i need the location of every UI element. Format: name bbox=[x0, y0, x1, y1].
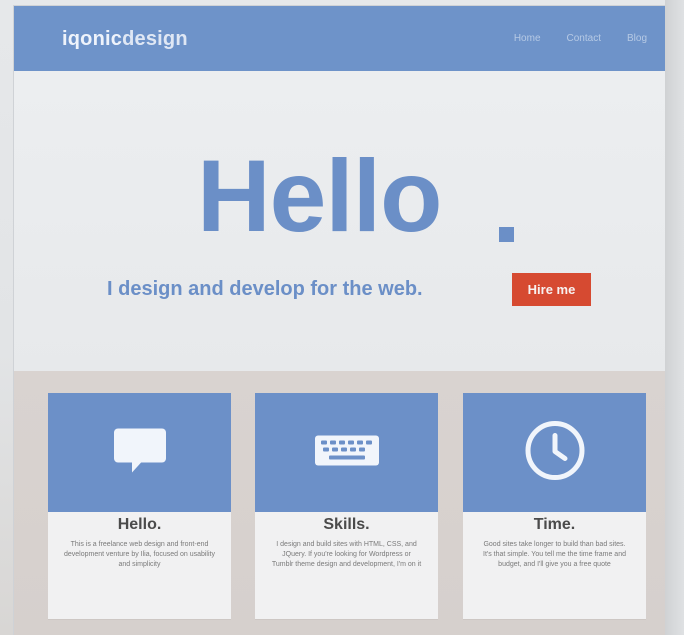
webpage: iqonicdesign Home Contact Blog Hello I d… bbox=[14, 6, 665, 635]
clock-icon bbox=[524, 419, 586, 486]
card-icon-panel bbox=[48, 393, 231, 512]
feature-card-hello: Hello. This is a freelance web design an… bbox=[48, 393, 231, 619]
card-title: Hello. bbox=[117, 516, 162, 533]
logo-prefix: iqonic bbox=[62, 28, 123, 50]
card-title: Time. bbox=[533, 516, 576, 533]
card-icon-panel bbox=[463, 393, 646, 512]
speech-bubble-icon bbox=[108, 422, 172, 483]
card-icon-panel bbox=[255, 393, 438, 512]
nav-link-home[interactable]: Home bbox=[514, 33, 541, 44]
logo-suffix: design bbox=[122, 28, 188, 50]
feature-card-time: Time. Good sites take longer to build th… bbox=[463, 393, 646, 619]
screen-edge bbox=[665, 0, 684, 635]
top-navigation-bar: iqonicdesign Home Contact Blog bbox=[14, 6, 665, 71]
hero-tagline: I design and develop for the web. bbox=[107, 278, 423, 300]
hero-headline: Hello bbox=[197, 139, 442, 253]
card-text: I design and build sites with HTML, CSS,… bbox=[271, 541, 422, 569]
nav-link-contact[interactable]: Contact bbox=[567, 33, 601, 44]
card-title: Skills. bbox=[323, 516, 370, 533]
screenshot-frame: iqonicdesign Home Contact Blog Hello I d… bbox=[0, 0, 684, 635]
main-nav: Home Contact Blog bbox=[514, 33, 647, 44]
hire-me-button[interactable]: Hire me bbox=[512, 273, 591, 306]
site-logo[interactable]: iqonicdesign bbox=[62, 28, 188, 51]
nav-link-blog[interactable]: Blog bbox=[627, 33, 647, 44]
keyboard-icon bbox=[311, 429, 383, 476]
hero-dot-accent bbox=[499, 227, 514, 242]
card-text: Good sites take longer to build than bad… bbox=[483, 541, 626, 569]
card-text: This is a freelance web design and front… bbox=[64, 541, 215, 569]
hero-section: Hello I design and develop for the web. … bbox=[14, 71, 665, 371]
feature-card-skills: Skills. I design and build sites with HT… bbox=[255, 393, 438, 619]
